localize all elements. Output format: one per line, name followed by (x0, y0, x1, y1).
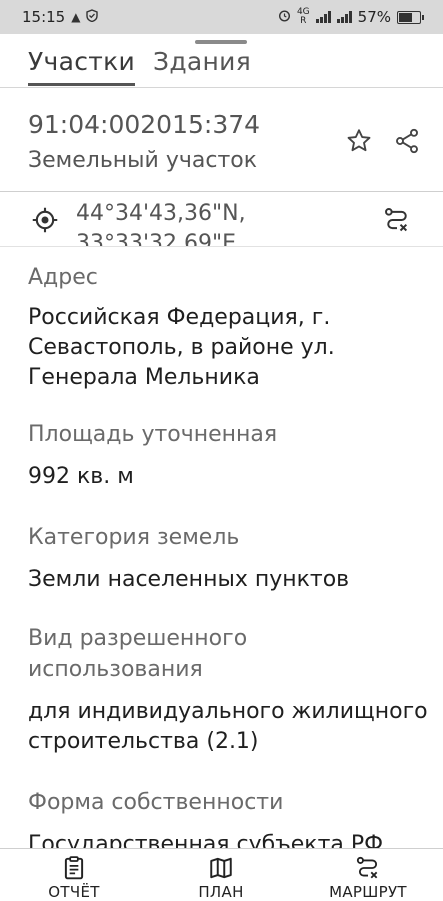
status-time: 15:15 (22, 8, 66, 26)
notification-icon: ▲ (71, 10, 81, 24)
latitude: 44°34'43,36"N, (76, 201, 246, 226)
battery-icon (397, 10, 424, 24)
object-type: Земельный участок (28, 148, 258, 173)
share-icon[interactable] (390, 124, 424, 158)
plan-button[interactable]: ПЛАН (161, 855, 281, 901)
route-label: МАРШРУТ (329, 883, 407, 901)
plan-label: ПЛАН (198, 883, 244, 901)
address-label: Адрес (28, 265, 98, 290)
report-label: ОТЧЁТ (48, 883, 100, 901)
ownership-label: Форма собственности (28, 790, 284, 815)
alarm-icon (278, 9, 291, 25)
location-target-icon[interactable] (30, 205, 60, 235)
drag-handle[interactable] (195, 40, 247, 44)
route-button[interactable]: МАРШРУТ (308, 855, 428, 901)
usage-value: для индивидуального жилищного строительс… (28, 699, 428, 754)
area-value: 992 кв. м (28, 464, 134, 489)
route-nav-icon (356, 856, 378, 879)
roaming-flag: R (300, 16, 307, 26)
clipboard-icon (64, 856, 84, 880)
route-icon[interactable] (382, 205, 412, 235)
tab-bar: Участки Здания (0, 34, 443, 88)
bottom-navigation: ОТЧЁТ ПЛАН МАРШРУТ (0, 848, 443, 901)
shield-icon (86, 9, 99, 25)
report-button[interactable]: ОТЧЁТ (14, 855, 134, 901)
map-icon (210, 857, 232, 879)
object-header: 91:04:002015:374 Земельный участок (0, 88, 443, 192)
status-left: 15:15 ▲ (22, 8, 99, 26)
details-section: Адрес Российская Федерация, г. Севастопо… (28, 262, 428, 860)
longitude: 33°33'32,69"E (76, 231, 237, 247)
area-label: Площадь уточненная (28, 422, 278, 447)
signal-icon-2 (336, 11, 352, 23)
battery-fill (399, 12, 412, 22)
address-value: Российская Федерация, г. Севастополь, в … (28, 305, 335, 390)
status-bar: 15:15 ▲ 4G R 57% (0, 0, 443, 34)
tab-buildings[interactable]: Здания (153, 47, 251, 76)
tab-plots[interactable]: Участки (28, 47, 136, 86)
status-right: 4G R 57% (278, 8, 424, 26)
favorite-star-icon[interactable] (342, 124, 376, 158)
battery-text: 57% (357, 8, 391, 26)
network-indicator: 4G R (297, 8, 310, 26)
usage-label: Вид разрешенного использования (28, 626, 248, 682)
coordinates-text: 44°34'43,36"N, 33°33'32,69"E (76, 199, 246, 247)
cadastral-number: 91:04:002015:374 (28, 110, 261, 139)
signal-icon (315, 11, 331, 23)
coordinates-row[interactable]: 44°34'43,36"N, 33°33'32,69"E (0, 193, 443, 247)
category-value: Земли населенных пунктов (28, 567, 350, 592)
category-label: Категория земель (28, 525, 240, 550)
